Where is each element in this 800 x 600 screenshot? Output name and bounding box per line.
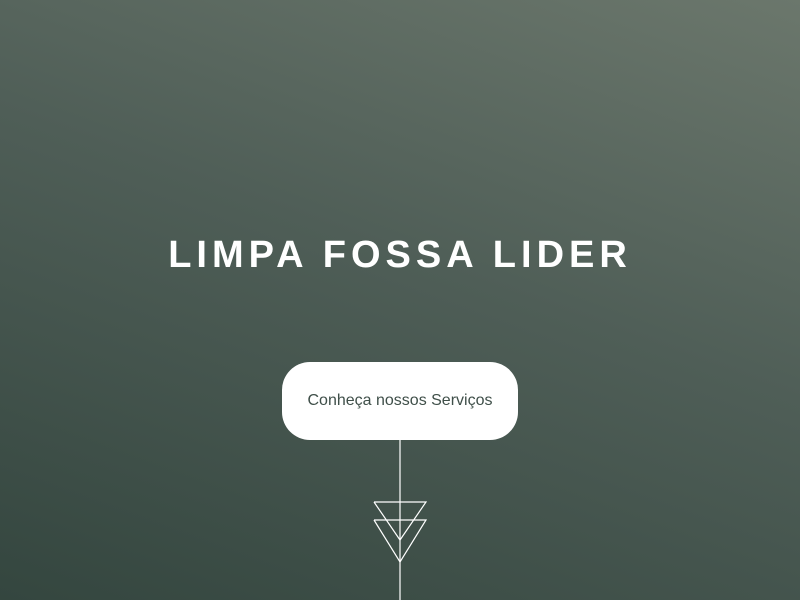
scroll-down-arrow-icon[interactable] [370,440,430,600]
services-cta-button[interactable]: Conheça nossos Serviços [282,362,518,440]
hero-title: LIMPA FOSSA LIDER [168,234,632,276]
services-cta-label: Conheça nossos Serviços [307,392,493,409]
